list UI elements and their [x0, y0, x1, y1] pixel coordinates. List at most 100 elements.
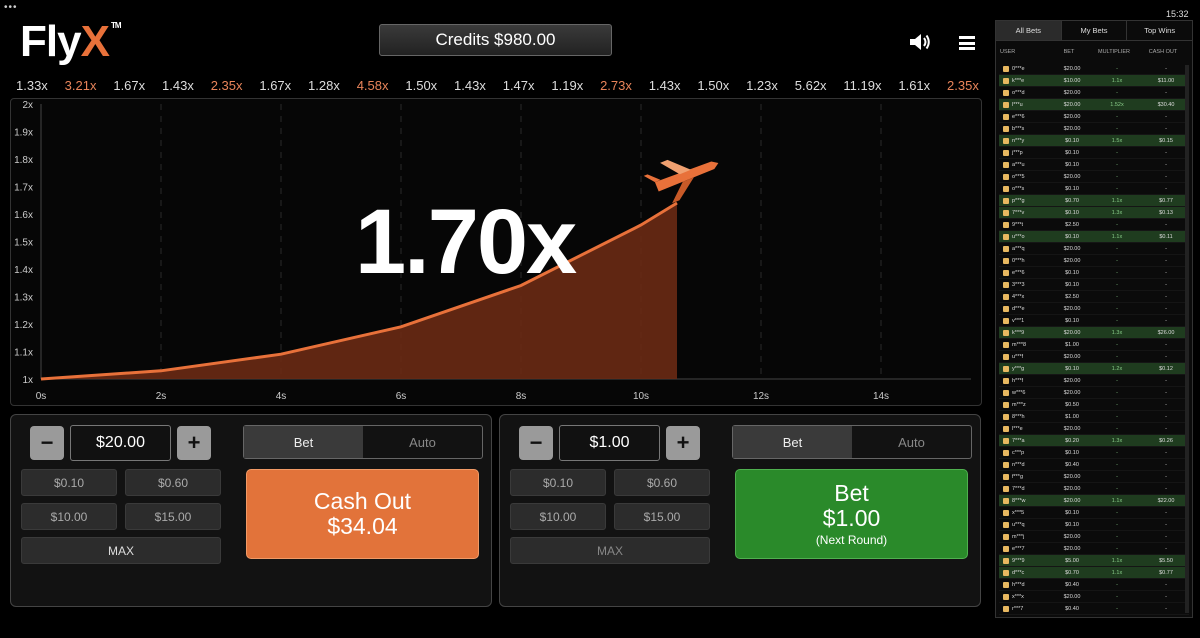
bet-user: w***6	[999, 389, 1053, 396]
bet-multiplier: -	[1116, 581, 1118, 588]
bet-amount: $20.00	[1063, 377, 1081, 384]
hamburger-menu-icon[interactable]	[959, 36, 975, 50]
history-multiplier: 2.73x	[600, 78, 632, 93]
quick-bet-button[interactable]: $10.00	[21, 503, 117, 530]
bet-multiplier: -	[1116, 113, 1118, 120]
x-tick-label: 12s	[753, 391, 769, 402]
bet-multiplier: -	[1116, 425, 1118, 432]
bet-cashout: -	[1165, 593, 1167, 600]
bet-amount: $20.00	[1063, 173, 1081, 180]
flyx-logo: FlyX TM	[20, 17, 121, 66]
bet-row: m***z $0.50 - -	[999, 399, 1189, 411]
quick-bet-button[interactable]: $0.60	[614, 469, 710, 496]
bet-row: l***u $20.00 1.52x $30.40	[999, 99, 1189, 111]
bet-amount-field[interactable]: $1.00	[559, 425, 660, 461]
bet-user: o***s	[999, 185, 1053, 192]
bet-cashout: $22.00	[1157, 497, 1175, 504]
bet-user: o***d	[999, 89, 1053, 96]
multiplier-history: 1.33x 3.21x 1.67x 1.43x 2.35x 1.67x 1.28x 4.58x…	[10, 78, 985, 93]
bet-user: l***e	[999, 425, 1053, 432]
bet-amount: $20.00	[1063, 425, 1081, 432]
avatar-icon	[1003, 353, 1009, 360]
avatar-icon	[1003, 437, 1009, 444]
bet-user: l***u	[999, 101, 1053, 108]
tab-auto[interactable]: Auto	[363, 426, 482, 458]
bet-multiplier: -	[1116, 185, 1118, 192]
bet-cashout: -	[1165, 89, 1167, 96]
bet-user: h***d	[999, 581, 1053, 588]
bet-row: 9***t $2.50 - -	[999, 219, 1189, 231]
bets-table-body: 0***e $20.00 - - k***e $10.00 1.1x $11.00 o***d $…	[996, 63, 1192, 615]
decrease-bet-button[interactable]: −	[519, 426, 553, 460]
decrease-bet-button[interactable]: −	[30, 426, 64, 460]
bet-row: e***7 $20.00 - -	[999, 543, 1189, 555]
max-bet-button[interactable]: MAX	[21, 537, 221, 564]
quick-bet-button[interactable]: $0.10	[21, 469, 117, 496]
bet-row: f***g $20.00 - -	[999, 471, 1189, 483]
sidebar-scrollbar[interactable]	[1185, 65, 1189, 613]
bet-amount: $0.10	[1065, 365, 1079, 372]
bet-row: a***q $20.00 - -	[999, 243, 1189, 255]
increase-bet-button[interactable]: +	[177, 426, 211, 460]
bet-multiplier: -	[1116, 221, 1118, 228]
bet-multiplier: 1.52x	[1110, 101, 1124, 108]
x-tick-label: 8s	[516, 391, 527, 402]
bet-cashout: $0.12	[1159, 365, 1173, 372]
bet-user: p***g	[999, 197, 1053, 204]
bet-user: m***8	[999, 341, 1053, 348]
bet-cashout: -	[1165, 581, 1167, 588]
bet-multiplier: 1.5x	[1111, 137, 1123, 144]
quick-bet-button[interactable]: $0.10	[510, 469, 606, 496]
tab-top-wins[interactable]: Top Wins	[1127, 21, 1192, 40]
bet-cashout: -	[1165, 149, 1167, 156]
max-bet-button[interactable]: MAX	[510, 537, 710, 564]
bet-amount: $0.20	[1065, 437, 1079, 444]
bet-multiplier: -	[1116, 449, 1118, 456]
bet-panel-1: − $20.00 + $0.10 $0.60 $10.00 $15.00 MAX…	[10, 414, 492, 607]
bet-user: e***7	[999, 545, 1053, 552]
col-cash-out: CASH OUT	[1148, 49, 1178, 55]
bet-user: m***j	[999, 533, 1053, 540]
bet-row: j***p $0.10 - -	[999, 147, 1189, 159]
bet-user: x***x	[999, 593, 1053, 600]
x-tick-label: 4s	[276, 391, 287, 402]
increase-bet-button[interactable]: +	[666, 426, 700, 460]
bet-row: 9***9 $5.00 1.1x $5.50	[999, 555, 1189, 567]
place-bet-button[interactable]: Bet $1.00 (Next Round)	[735, 469, 968, 559]
bet-cashout: $0.77	[1159, 197, 1173, 204]
avatar-icon	[1003, 569, 1009, 576]
bet-row: d***e $20.00 - -	[999, 303, 1189, 315]
quick-bet-button[interactable]: $15.00	[614, 503, 710, 530]
cash-out-button[interactable]: Cash Out $34.04	[246, 469, 479, 559]
tab-auto[interactable]: Auto	[852, 426, 971, 458]
quick-bet-button[interactable]: $10.00	[510, 503, 606, 530]
y-tick-label: 1.1x	[14, 348, 33, 359]
bet-amount: $0.10	[1065, 185, 1079, 192]
bet-user: d***e	[999, 305, 1053, 312]
bet-row: h***f $20.00 - -	[999, 375, 1189, 387]
history-multiplier: 1.50x	[405, 78, 438, 93]
bet-multiplier: 1.1x	[1111, 197, 1123, 204]
avatar-icon	[1003, 461, 1009, 468]
col-multiplier: MULTIPLIER	[1098, 49, 1130, 55]
bet-cashout: -	[1165, 257, 1167, 264]
bet-multiplier: 1.3x	[1111, 437, 1123, 444]
bet-amount-field[interactable]: $20.00	[70, 425, 171, 461]
quick-bet-button[interactable]: $15.00	[125, 503, 221, 530]
bet-amount: $2.50	[1065, 293, 1079, 300]
avatar-icon	[1003, 593, 1009, 600]
bet-amount: $0.40	[1065, 581, 1079, 588]
bet-user: 7***a	[999, 437, 1053, 444]
tab-bet[interactable]: Bet	[244, 426, 363, 458]
speaker-icon[interactable]	[909, 33, 931, 51]
tab-bet[interactable]: Bet	[733, 426, 852, 458]
bet-multiplier: -	[1116, 353, 1118, 360]
status-dots: •••	[4, 2, 18, 13]
bet-row: u***q $0.10 - -	[999, 519, 1189, 531]
tab-all-bets[interactable]: All Bets	[996, 21, 1062, 40]
bet-cashout: -	[1165, 401, 1167, 408]
bet-cashout: $0.26	[1159, 437, 1173, 444]
quick-bet-button[interactable]: $0.60	[125, 469, 221, 496]
y-tick-label: 1.9x	[14, 128, 33, 139]
tab-my-bets[interactable]: My Bets	[1062, 21, 1128, 40]
